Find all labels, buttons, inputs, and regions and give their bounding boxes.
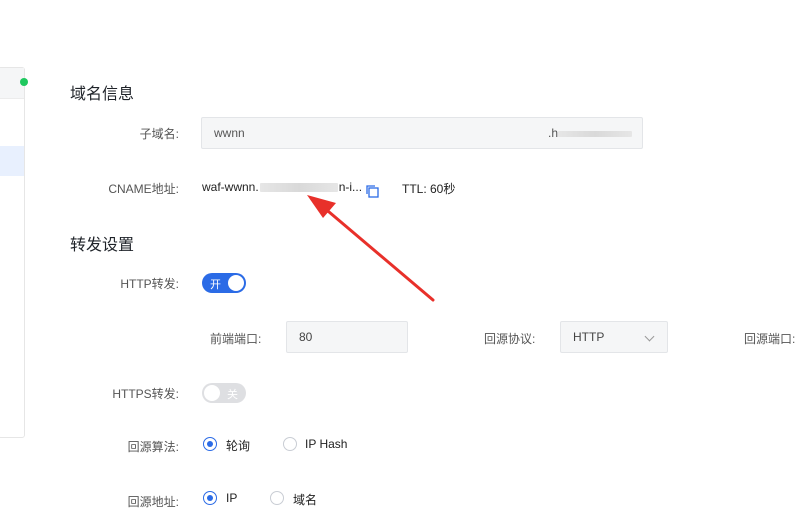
- annotation-arrow-icon: [307, 195, 435, 302]
